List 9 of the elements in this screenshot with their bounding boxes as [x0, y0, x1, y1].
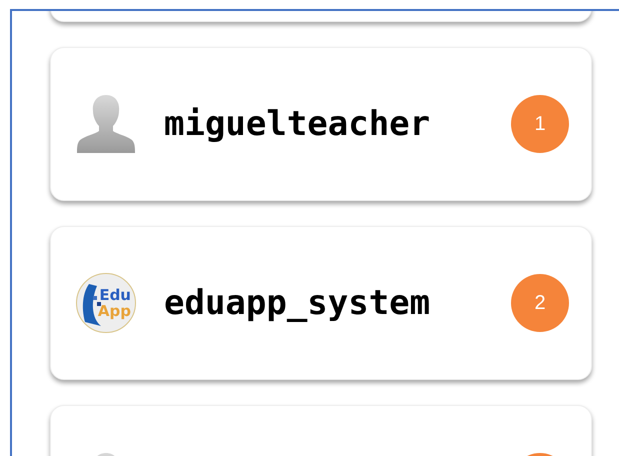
user-silhouette-icon — [77, 93, 135, 155]
unread-count-badge: 1 — [511, 95, 569, 153]
username: eduapp_system — [164, 282, 430, 324]
logo-text: App — [98, 303, 131, 319]
contact-card[interactable]: Edu App eduapp_system 2 — [50, 226, 592, 380]
username: miguelteacher — [164, 102, 430, 146]
unread-count-badge: 2 — [511, 274, 569, 332]
contact-card[interactable]: miguelteacher 1 — [50, 47, 592, 201]
logo-text: Edu — [99, 287, 131, 303]
